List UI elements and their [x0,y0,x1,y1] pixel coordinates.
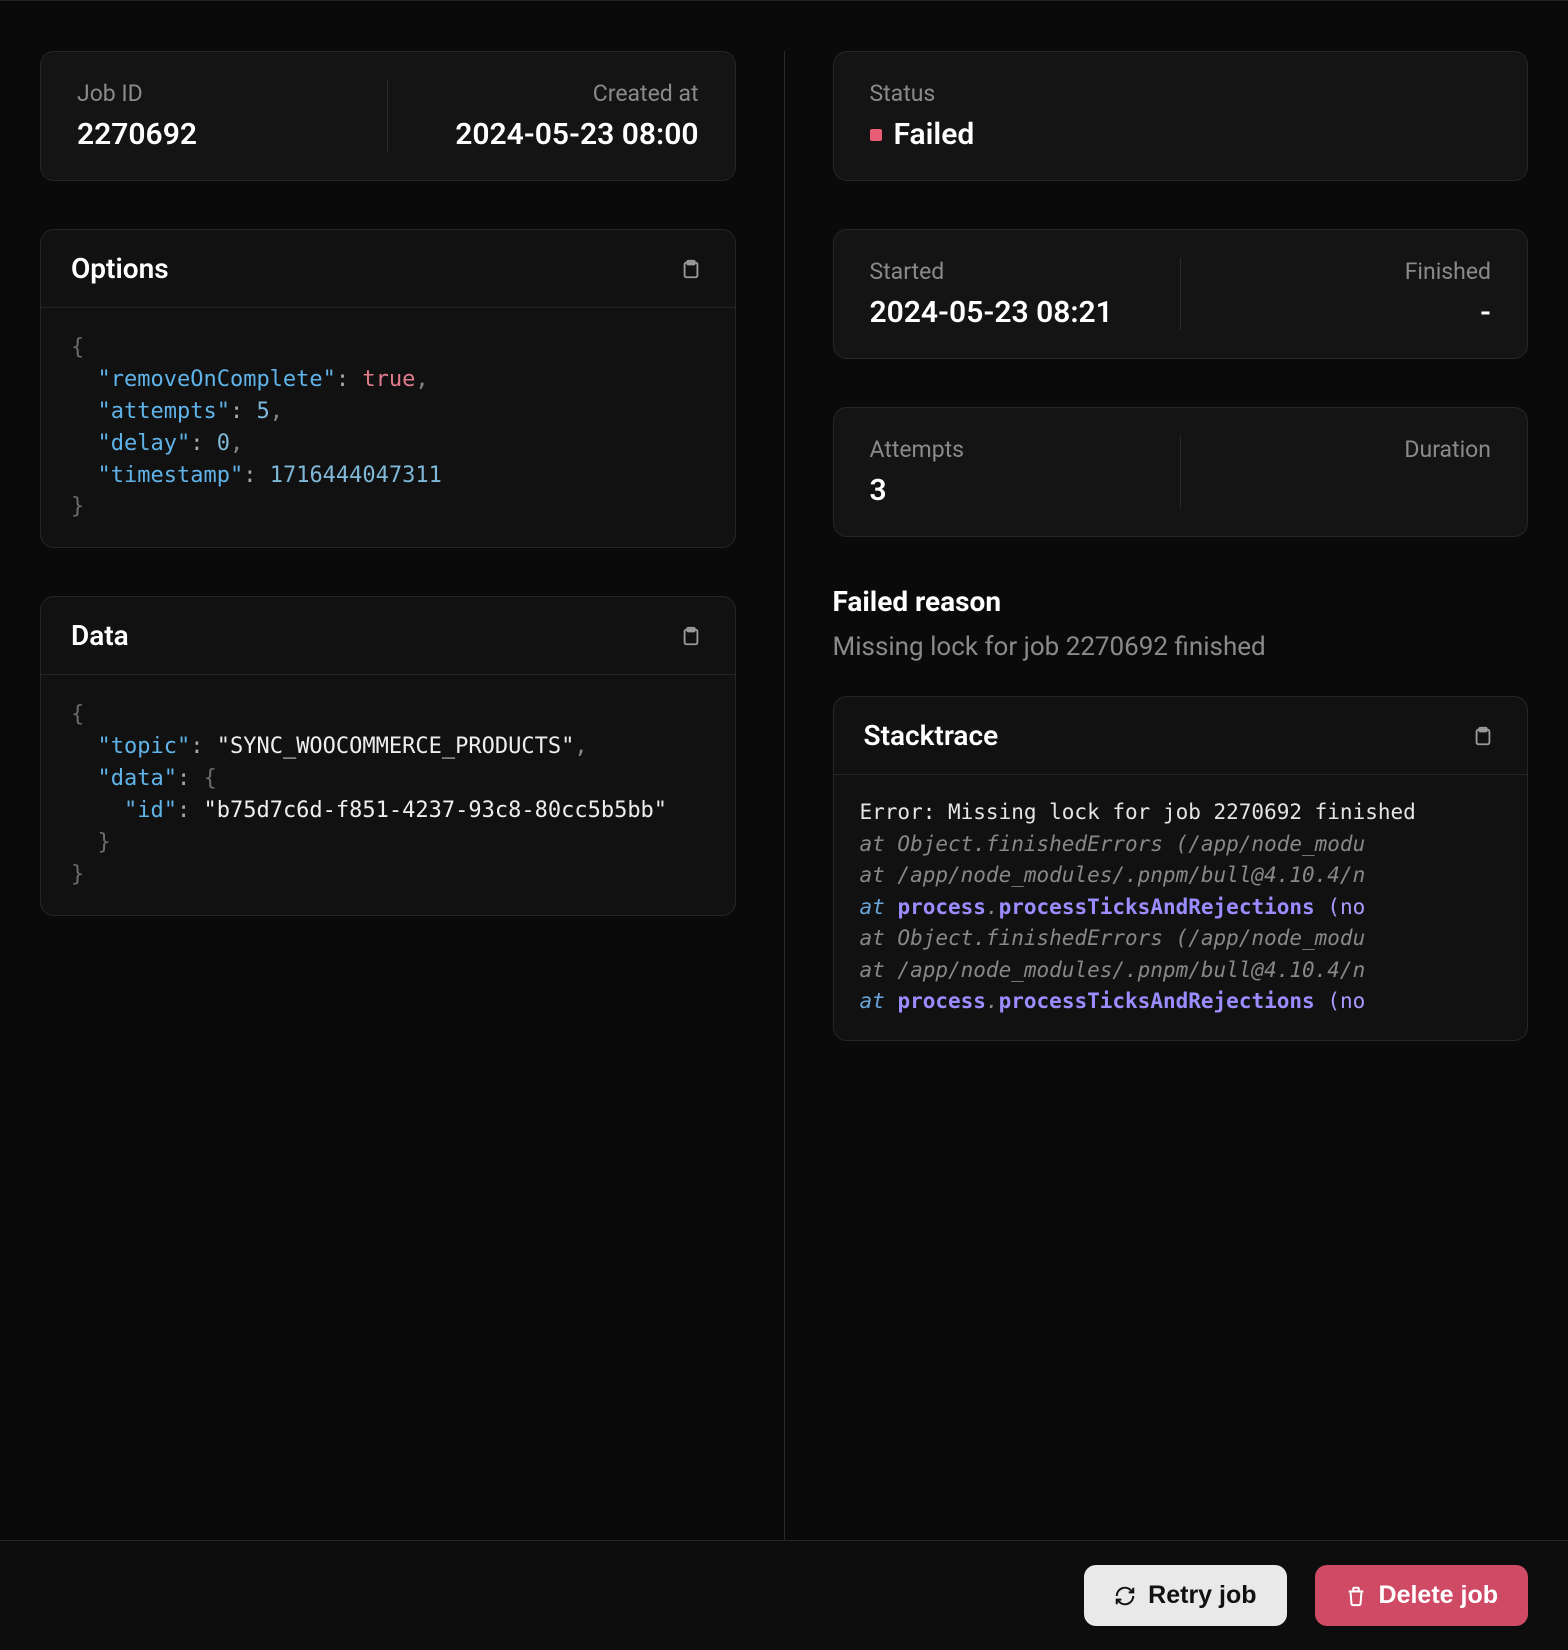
stacktrace-body: Error: Missing lock for job 2270692 fini… [834,775,1528,1040]
clipboard-icon [1472,725,1494,747]
delete-job-button[interactable]: Delete job [1315,1565,1528,1626]
options-panel: Options { "removeOnComplete": true, "att… [40,229,736,548]
failed-reason-title: Failed reason [833,585,1529,618]
attempts-label: Attempts [870,436,1144,463]
data-panel: Data { "topic": "SYNC_WOOCOMMERCE_PRODUC… [40,596,736,915]
failed-reason-text: Missing lock for job 2270692 finished [833,632,1529,662]
refresh-icon [1114,1585,1136,1607]
stacktrace-title: Stacktrace [864,719,999,752]
started-value: 2024-05-23 08:21 [870,295,1144,330]
status-card: Status Failed [833,51,1529,181]
copy-stacktrace-button[interactable] [1469,722,1497,750]
status-label: Status [870,80,1492,107]
finished-value: - [1480,295,1491,330]
attempts-card: Attempts 3 Duration [833,407,1529,537]
duration-label: Duration [1404,436,1491,463]
created-at-value: 2024-05-23 08:00 [455,117,698,152]
data-json: { "topic": "SYNC_WOOCOMMERCE_PRODUCTS", … [41,675,735,914]
stacktrace-panel: Stacktrace Error: Missing lock for job 2… [833,696,1529,1041]
job-id-label: Job ID [77,80,351,107]
delete-job-label: Delete job [1379,1581,1498,1610]
retry-job-label: Retry job [1148,1581,1256,1610]
clipboard-icon [680,258,702,280]
data-title: Data [71,619,129,652]
job-id-value: 2270692 [77,117,351,152]
status-indicator-icon [870,129,882,141]
copy-options-button[interactable] [677,255,705,283]
timing-card: Started 2024-05-23 08:21 Finished - [833,229,1529,359]
copy-data-button[interactable] [677,622,705,650]
created-at-label: Created at [593,80,699,107]
options-title: Options [71,252,169,285]
started-label: Started [870,258,1144,285]
retry-job-button[interactable]: Retry job [1084,1565,1286,1626]
clipboard-icon [680,625,702,647]
footer-actions: Retry job Delete job [0,1540,1568,1650]
attempts-value: 3 [870,473,1144,508]
trash-icon [1345,1585,1367,1607]
finished-label: Finished [1405,258,1491,285]
job-meta-card: Job ID 2270692 Created at 2024-05-23 08:… [40,51,736,181]
status-value: Failed [894,117,975,152]
options-json: { "removeOnComplete": true, "attempts": … [41,308,735,547]
